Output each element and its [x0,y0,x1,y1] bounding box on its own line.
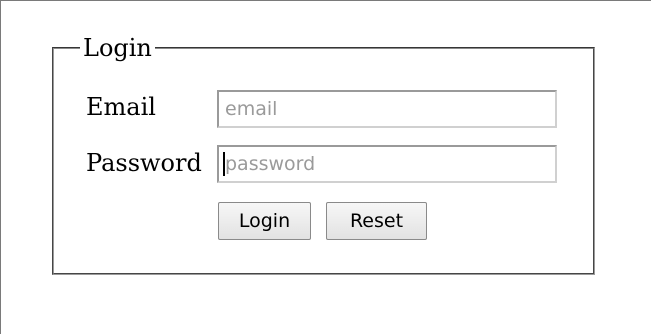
login-button[interactable]: Login [218,202,311,240]
reset-button[interactable]: Reset [326,202,427,240]
password-input[interactable] [217,145,557,183]
text-cursor [223,152,225,176]
password-label: Password [86,149,202,177]
login-legend: Login [80,34,155,62]
email-label: Email [86,93,156,121]
email-input[interactable] [217,90,557,128]
